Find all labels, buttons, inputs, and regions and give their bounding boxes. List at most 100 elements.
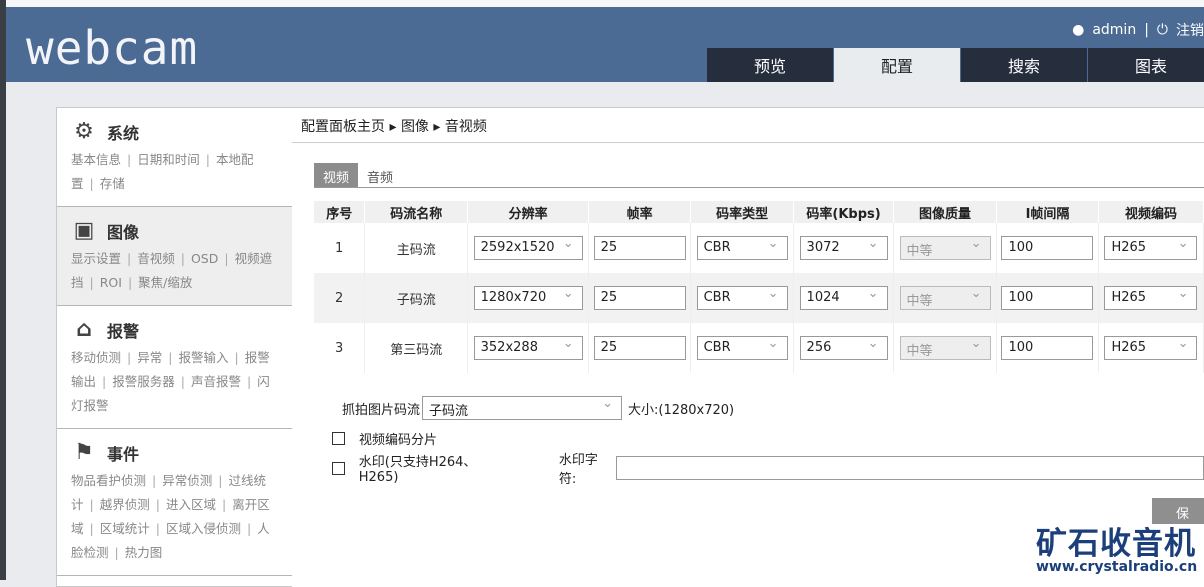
slice-checkbox[interactable]: [332, 431, 345, 445]
cell-select[interactable]: 1024: [799, 286, 888, 310]
cell-input[interactable]: 25: [593, 336, 686, 360]
sidebar-link[interactable]: 区域统计: [100, 521, 150, 536]
window-edge: [0, 0, 6, 580]
cell-input[interactable]: 100: [1001, 336, 1094, 360]
sidebar-link[interactable]: ROI: [100, 275, 122, 290]
tab-config[interactable]: 配置: [834, 48, 961, 82]
sidebar: ⚙ 系统 基本信息 | 日期和时间 | 本地配置 | 存储 ▣ 图像 显示设置 | 音视频 | OSD | 视频遮…: [56, 107, 293, 587]
separator: |: [155, 521, 160, 536]
separator: |: [127, 152, 132, 167]
sidebar-link[interactable]: 热力图: [125, 545, 163, 560]
cell-input[interactable]: 25: [593, 286, 686, 310]
user-area: ● admin | ⏻ 注销: [1072, 20, 1204, 40]
separator: |: [152, 473, 157, 488]
cell-select[interactable]: H265: [1104, 236, 1198, 260]
sidebar-link[interactable]: 进入区域: [166, 497, 216, 512]
cell-select[interactable]: 2592x1520: [473, 236, 583, 260]
cell-select[interactable]: 352x288: [473, 336, 583, 360]
cell-input[interactable]: 25: [593, 236, 686, 260]
column-header: 序号: [314, 201, 366, 223]
sidebar-link[interactable]: 报警服务器: [112, 374, 175, 389]
cell-select[interactable]: CBR: [696, 286, 788, 310]
column-header: 码率(Kbps): [793, 201, 895, 223]
options: 抓拍图片码流 子码流 大小:(1280x720) 视频编码分片 水印(只支持H2…: [332, 393, 1204, 487]
sidebar-link[interactable]: 区域入侵侦测: [166, 521, 241, 536]
monitor-icon: ▣: [73, 218, 95, 243]
sidebar-link[interactable]: 移动侦测: [71, 350, 121, 365]
cell: 第三码流: [364, 323, 469, 373]
sidebar-section: ⚑ 事件 物品看护侦测 | 异常侦测 | 过线统计 | 越界侦测 | 进入区域 | 离开区域 | 区域统计 |…: [57, 429, 292, 576]
flag-icon: ⚑: [74, 440, 94, 465]
username[interactable]: admin: [1092, 22, 1136, 38]
sidebar-section-title[interactable]: 报警: [107, 318, 139, 342]
sidebar-link[interactable]: 报警输入: [178, 350, 228, 365]
sidebar-link[interactable]: 聚焦/缩放: [138, 275, 192, 290]
cell: 2: [314, 273, 366, 323]
cell: 3: [314, 323, 366, 373]
sidebar-link[interactable]: OSD: [191, 251, 218, 266]
sidebar-link[interactable]: 存储: [100, 176, 125, 191]
cell-select[interactable]: H265: [1104, 336, 1198, 360]
user-icon: ●: [1072, 22, 1085, 38]
table-row: 3第三码流352x288 25 CBR 256 中等 100 H265: [314, 323, 1204, 373]
snapshot-stream-select[interactable]: 子码流: [422, 396, 623, 420]
sidebar-link[interactable]: 异常: [137, 350, 162, 365]
separator: |: [89, 497, 94, 512]
cell-select: 中等: [899, 336, 991, 360]
sidebar-link[interactable]: 显示设置: [71, 251, 121, 266]
table-header: 序号 码流名称 分辨率 帧率 码率类型 码率(Kbps) 图像质量 I帧间隔 视频编码: [314, 201, 1204, 223]
tab-video[interactable]: 视频: [314, 163, 359, 187]
tab-audio[interactable]: 音频: [358, 163, 402, 187]
separator: |: [155, 497, 160, 512]
separator: |: [89, 521, 94, 536]
column-header: I帧间隔: [996, 201, 1099, 223]
breadcrumb-home[interactable]: 配置面板主页: [301, 119, 385, 135]
cell-input[interactable]: 100: [1001, 236, 1094, 260]
alarm-icon: ⌂: [76, 317, 92, 342]
logout-link[interactable]: 注销: [1176, 20, 1204, 40]
breadcrumb-image[interactable]: 图像: [401, 119, 429, 135]
cell-select[interactable]: H265: [1104, 286, 1198, 310]
column-header: 帧率: [588, 201, 692, 223]
cell-select[interactable]: 256: [799, 336, 888, 360]
column-header: 分辨率: [467, 201, 590, 223]
sidebar-section-title[interactable]: 系统: [107, 120, 139, 144]
separator: |: [224, 251, 229, 266]
sidebar-section-title[interactable]: 图像: [107, 219, 139, 243]
watermark-checkbox[interactable]: [332, 461, 345, 475]
sidebar-section-title[interactable]: 事件: [107, 441, 139, 465]
sidebar-link[interactable]: 日期和时间: [137, 152, 200, 167]
tab-search[interactable]: 搜索: [961, 48, 1088, 82]
sidebar-link[interactable]: 声音报警: [191, 374, 241, 389]
separator: |: [205, 152, 210, 167]
separator: |: [180, 251, 185, 266]
separator: |: [114, 545, 119, 560]
cell-input[interactable]: 100: [1001, 286, 1094, 310]
sidebar-link[interactable]: 音视频: [137, 251, 175, 266]
watermark-text-input[interactable]: [616, 456, 1204, 480]
sidebar-link[interactable]: 异常侦测: [162, 473, 212, 488]
cell-select[interactable]: 3072: [799, 236, 888, 260]
site-watermark: 矿石收音机 www.crystalradio.cn: [1036, 518, 1197, 575]
cell-select: 中等: [899, 236, 991, 260]
sidebar-link[interactable]: 基本信息: [71, 152, 121, 167]
gear-icon: ⚙: [74, 119, 94, 144]
column-header: 视频编码: [1098, 201, 1204, 223]
stream-table: 序号 码流名称 分辨率 帧率 码率类型 码率(Kbps) 图像质量 I帧间隔 视频编码 1 主码流 2…: [314, 201, 1204, 373]
cell: 子码流: [364, 273, 469, 323]
cell-select[interactable]: CBR: [696, 336, 788, 360]
cell-select[interactable]: CBR: [696, 236, 788, 260]
snapshot-label: 抓拍图片码流: [342, 402, 421, 418]
tab-preview[interactable]: 预览: [707, 48, 834, 82]
main-tabs: 预览 配置 搜索 图表: [707, 48, 1204, 82]
sidebar-link[interactable]: 物品看护侦测: [71, 473, 146, 488]
cell: 主码流: [364, 223, 469, 273]
tab-charts[interactable]: 图表: [1088, 48, 1204, 82]
separator: |: [180, 374, 185, 389]
sub-tabs: 视频 音频: [314, 163, 1204, 188]
separator: |: [127, 275, 133, 290]
divider: |: [1144, 22, 1149, 38]
cell-select[interactable]: 1280x720: [473, 286, 583, 310]
cell: 1: [314, 223, 366, 273]
sidebar-link[interactable]: 越界侦测: [100, 497, 150, 512]
